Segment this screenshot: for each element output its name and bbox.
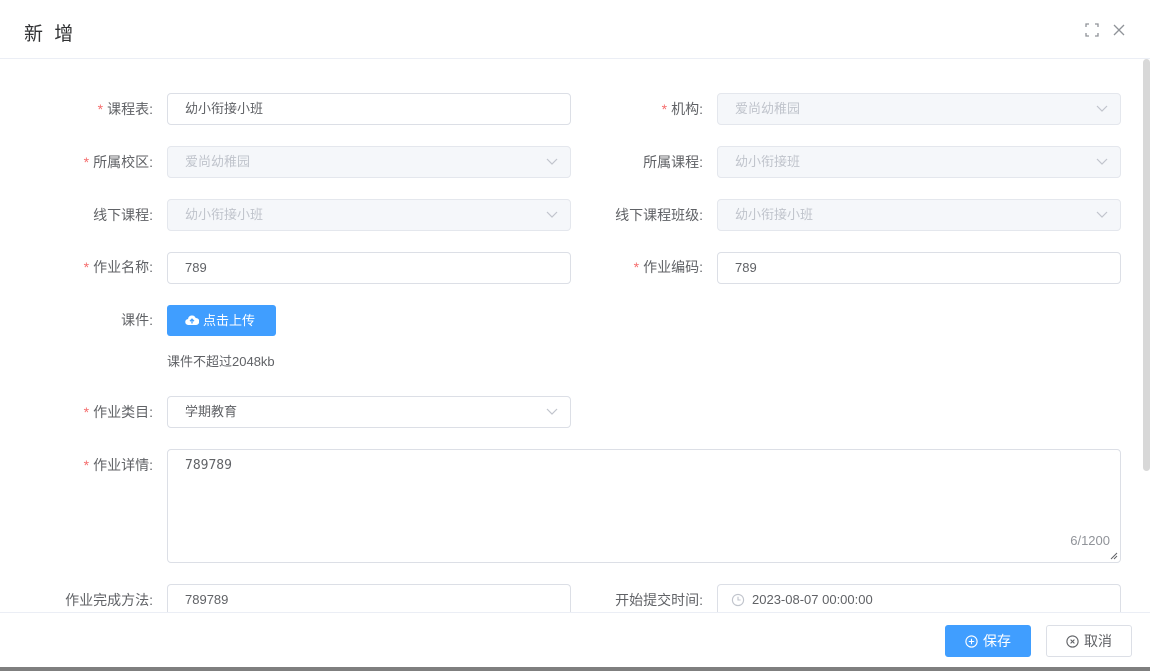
course-table-input[interactable]: 幼小衔接小班	[167, 93, 571, 125]
course-label: 所属课程:	[643, 154, 703, 170]
offline-course-select[interactable]: 幼小衔接小班	[167, 199, 571, 231]
courseware-label: 课件:	[121, 312, 153, 328]
campus-label: * 所属校区:	[83, 154, 153, 170]
institution-select[interactable]: 爱尚幼稚园	[717, 93, 1121, 125]
hw-method-label: 作业完成方法:	[65, 592, 153, 608]
dialog-title: 新 增	[24, 24, 77, 45]
campus-select[interactable]: 爱尚幼稚园	[167, 146, 571, 178]
dialog-header: 新 增	[0, 0, 1150, 59]
cloud-upload-icon	[185, 315, 199, 326]
chevron-down-icon	[546, 158, 558, 165]
cancel-button[interactable]: 取消	[1046, 625, 1132, 657]
chevron-down-icon	[546, 211, 558, 218]
dialog-footer: 保存 取消	[0, 612, 1150, 667]
offline-class-label: 线下课程班级:	[615, 207, 703, 223]
hw-name-input[interactable]: 789	[167, 252, 571, 284]
chevron-down-icon	[1096, 158, 1108, 165]
hw-category-label: * 作业类目:	[83, 404, 153, 420]
chevron-down-icon	[546, 408, 558, 415]
chevron-down-icon	[1096, 211, 1108, 218]
hw-detail-textarea[interactable]: 789789 6/1200	[167, 449, 1121, 563]
fullscreen-icon[interactable]	[1084, 22, 1100, 38]
save-button[interactable]: 保存	[945, 625, 1031, 657]
hw-detail-label: * 作业详情:	[83, 457, 153, 473]
institution-label: * 机构:	[661, 101, 703, 117]
page-bottom-strip	[0, 667, 1150, 671]
hw-code-label: * 作业编码:	[633, 259, 703, 275]
scrollbar[interactable]	[1143, 59, 1150, 471]
plus-circle-icon	[965, 635, 978, 648]
course-table-label: * 课程表:	[97, 101, 153, 117]
hw-name-label: * 作业名称:	[83, 259, 153, 275]
upload-button[interactable]: 点击上传	[167, 305, 276, 336]
resize-grip-icon[interactable]	[1108, 550, 1118, 560]
offline-course-label: 线下课程:	[93, 207, 153, 223]
close-icon[interactable]	[1111, 22, 1127, 38]
offline-class-select[interactable]: 幼小衔接小班	[717, 199, 1121, 231]
char-counter: 6/1200	[1070, 533, 1110, 548]
chevron-down-icon	[1096, 105, 1108, 112]
x-circle-icon	[1066, 635, 1079, 648]
hw-category-select[interactable]: 学期教育	[167, 396, 571, 428]
upload-hint: 课件不超过2048kb	[167, 354, 275, 369]
clock-icon	[731, 593, 745, 607]
course-select[interactable]: 幼小衔接班	[717, 146, 1121, 178]
start-time-label: 开始提交时间:	[615, 592, 703, 608]
hw-code-input[interactable]: 789	[717, 252, 1121, 284]
hw-method-input[interactable]: 789789	[167, 584, 571, 612]
start-time-picker[interactable]: 2023-08-07 00:00:00	[717, 584, 1121, 612]
add-dialog: 新 增 * 课程表: 幼小衔接小班 * 机构: 爱尚幼稚园 * 所属校区: 爱尚幼稚园…	[0, 0, 1150, 667]
